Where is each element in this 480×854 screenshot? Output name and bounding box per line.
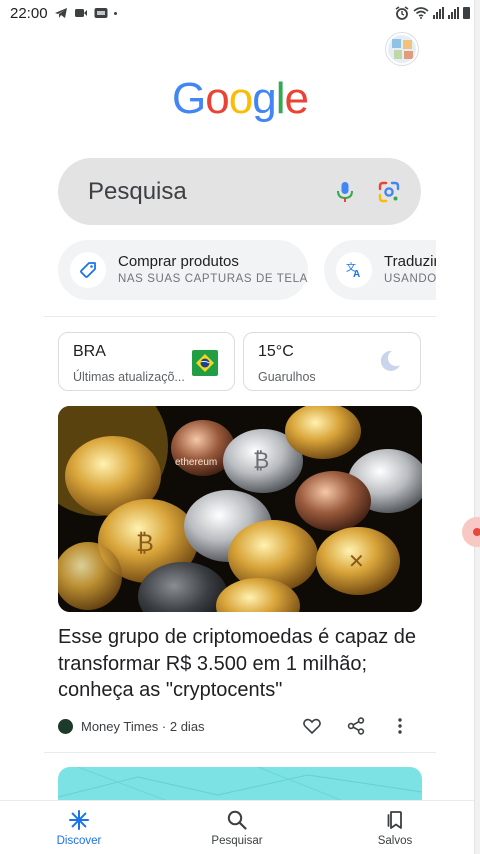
chip-subtitle: USANDO bbox=[384, 273, 436, 285]
status-time: 22:00 bbox=[10, 4, 48, 22]
discover-icon bbox=[69, 810, 89, 830]
crypto-coins-image: ethereum ₿ ₿ ✕ bbox=[58, 406, 422, 612]
article-source[interactable]: Money Times · 2 dias bbox=[81, 719, 205, 734]
svg-text:✕: ✕ bbox=[348, 549, 365, 573]
google-logo: Google bbox=[172, 74, 309, 123]
nav-label: Salvos bbox=[377, 835, 413, 847]
edge-panel-strip bbox=[474, 0, 480, 854]
translate-icon: 文A bbox=[336, 252, 372, 288]
video-icon bbox=[74, 9, 87, 17]
account-avatar[interactable] bbox=[386, 33, 418, 65]
chip-title: Comprar produtos bbox=[118, 253, 239, 270]
weather-card[interactable]: 15°C Guarulhos bbox=[243, 332, 421, 391]
article-source-row: Money Times · 2 dias bbox=[58, 714, 422, 738]
mic-icon[interactable] bbox=[333, 180, 357, 204]
floating-record-button[interactable] bbox=[462, 517, 480, 547]
svg-text:A: A bbox=[353, 269, 360, 279]
gif-icon bbox=[94, 8, 108, 18]
article-image[interactable]: ethereum ₿ ₿ ✕ bbox=[58, 406, 422, 612]
chip-subtitle: NAS SUAS CAPTURAS DE TELA bbox=[118, 273, 308, 285]
bookmarks-icon bbox=[387, 811, 402, 829]
heart-icon[interactable] bbox=[290, 714, 334, 738]
suggestion-chips: Comprar produtos NAS SUAS CAPTURAS DE TE… bbox=[58, 240, 436, 300]
telegram-icon bbox=[54, 8, 67, 18]
lens-icon[interactable] bbox=[377, 180, 401, 204]
nav-saved[interactable]: Salvos bbox=[316, 801, 474, 854]
battery-icon bbox=[463, 7, 470, 19]
divider bbox=[44, 316, 436, 317]
bottom-navigation: Discover Pesquisar Salvos bbox=[0, 800, 474, 854]
status-bar: 22:00 bbox=[0, 0, 480, 26]
brazil-flag-icon bbox=[192, 350, 218, 376]
chip-shop-screenshots[interactable]: Comprar produtos NAS SUAS CAPTURAS DE TE… bbox=[58, 240, 308, 300]
more-icon[interactable] bbox=[378, 714, 422, 738]
tag-icon bbox=[70, 252, 106, 288]
notification-dot bbox=[113, 11, 117, 15]
svg-text:ethereum: ethereum bbox=[175, 457, 217, 468]
moon-icon bbox=[380, 350, 400, 371]
nav-label: Discover bbox=[56, 835, 102, 847]
market-card[interactable]: BRA Últimas atualizaçõ... bbox=[58, 332, 235, 391]
nav-discover[interactable]: Discover bbox=[0, 801, 158, 854]
chip-title: Traduzir bbox=[384, 253, 436, 270]
nav-search[interactable]: Pesquisar bbox=[158, 801, 316, 854]
article-headline[interactable]: Esse grupo de criptomoedas é capaz de tr… bbox=[58, 624, 428, 704]
source-logo bbox=[58, 718, 73, 734]
search-placeholder: Pesquisa bbox=[88, 177, 187, 205]
nav-label: Pesquisar bbox=[211, 835, 263, 847]
alarm-icon bbox=[395, 6, 409, 20]
search-bar[interactable]: Pesquisa bbox=[58, 158, 421, 225]
signal-2-icon bbox=[448, 7, 459, 19]
svg-text:₿: ₿ bbox=[253, 449, 269, 474]
divider bbox=[44, 752, 436, 753]
signal-icon bbox=[433, 7, 444, 19]
share-icon[interactable] bbox=[334, 714, 378, 738]
chip-translate[interactable]: 文A Traduzir USANDO bbox=[324, 240, 436, 300]
wifi-icon bbox=[413, 7, 429, 19]
search-icon bbox=[227, 810, 247, 830]
svg-text:₿: ₿ bbox=[136, 529, 154, 557]
